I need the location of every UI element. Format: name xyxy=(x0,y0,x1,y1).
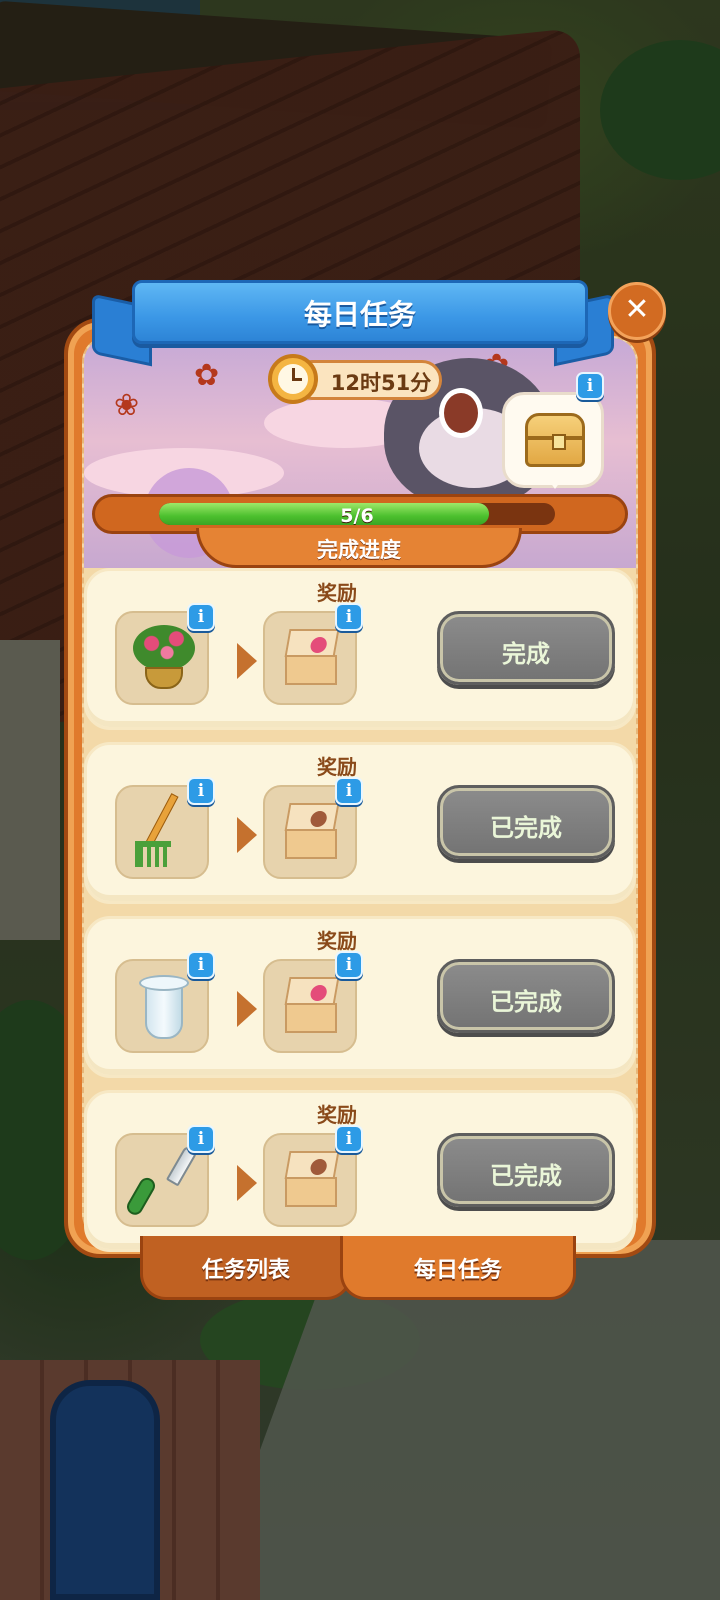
seal-eye xyxy=(439,388,483,438)
completed-button[interactable]: 已完成 xyxy=(437,1133,615,1207)
complete-button-label: 完成 xyxy=(502,640,550,668)
reward-label: 奖励 xyxy=(317,581,357,605)
gift-box-icon xyxy=(281,1149,343,1211)
gift-box-icon xyxy=(281,801,343,863)
page-title: 每日任务 xyxy=(303,298,416,331)
item-info-icon[interactable]: i xyxy=(187,777,215,805)
flower-pot-icon xyxy=(133,625,195,691)
task-card: 奖励 i i 已完成 xyxy=(84,916,636,1078)
arrow-right-icon xyxy=(237,817,257,853)
progress-track: 5/6 xyxy=(159,503,555,525)
completed-button[interactable]: 已完成 xyxy=(437,959,615,1033)
title-ribbon: 每日任务 xyxy=(132,280,588,344)
close-button[interactable]: ✕ xyxy=(608,282,666,340)
item-info-icon[interactable]: i xyxy=(187,603,215,631)
arrow-right-icon xyxy=(237,643,257,679)
tab-task-list-label: 任务列表 xyxy=(201,1258,290,1283)
reward-info-icon[interactable]: i xyxy=(335,1125,363,1153)
reward-info-icon[interactable]: i xyxy=(335,777,363,805)
vase-icon xyxy=(139,975,189,1041)
completed-button[interactable]: 已完成 xyxy=(437,785,615,859)
item-info-icon[interactable]: i xyxy=(187,1125,215,1153)
task-card: 奖励 i i 已完成 xyxy=(84,1090,636,1252)
arrow-right-icon xyxy=(237,1165,257,1201)
tab-daily-tasks-label: 每日任务 xyxy=(413,1258,502,1283)
treasure-chest-icon xyxy=(525,413,585,467)
completed-button-label: 已完成 xyxy=(490,814,562,842)
reward-info-icon[interactable]: i xyxy=(335,603,363,631)
chest-info-icon[interactable]: i xyxy=(576,372,604,400)
completed-button-label: 已完成 xyxy=(490,1162,562,1190)
item-info-icon[interactable]: i xyxy=(187,951,215,979)
progress-label-plate: 完成进度 xyxy=(196,528,522,568)
gift-box-icon xyxy=(281,627,343,689)
maple-leaves: ❀ xyxy=(114,388,140,423)
progress-count: 5/6 xyxy=(340,505,374,525)
trowel-icon xyxy=(124,1143,199,1223)
reward-label: 奖励 xyxy=(317,755,357,779)
arrow-right-icon xyxy=(237,991,257,1027)
reward-label: 奖励 xyxy=(317,1103,357,1127)
task-card: 奖励 i i 已完成 xyxy=(84,742,636,904)
progress-label: 完成进度 xyxy=(317,538,401,562)
rake-icon xyxy=(133,793,195,873)
tab-daily-tasks[interactable]: 每日任务 xyxy=(340,1236,576,1300)
timer-text: 12时51分 xyxy=(330,371,432,395)
task-card: 奖励 i i 完成 xyxy=(84,568,636,730)
chest-reward-bubble[interactable] xyxy=(502,392,604,489)
reward-label: 奖励 xyxy=(317,929,357,953)
gift-box-icon xyxy=(281,975,343,1037)
completed-button-label: 已完成 xyxy=(490,988,562,1016)
tab-task-list[interactable]: 任务列表 xyxy=(140,1236,352,1300)
close-icon: ✕ xyxy=(624,292,650,327)
complete-button[interactable]: 完成 xyxy=(437,611,615,685)
reward-info-icon[interactable]: i xyxy=(335,951,363,979)
clock-icon xyxy=(268,354,318,404)
maple-leaves: ✿ xyxy=(194,358,220,393)
